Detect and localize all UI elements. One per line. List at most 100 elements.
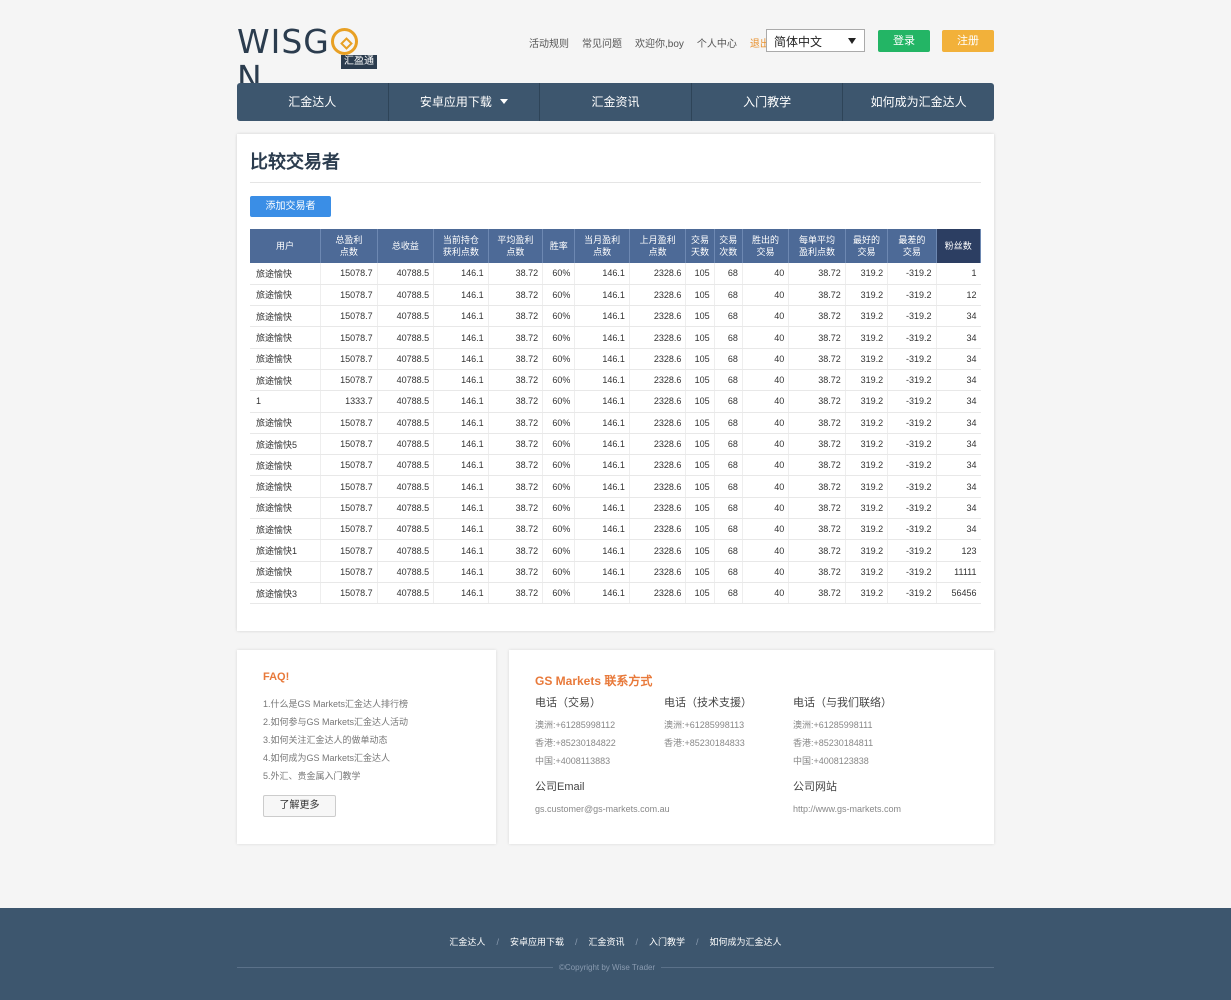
nav-item-experts[interactable]: 汇金达人 bbox=[237, 83, 389, 121]
page-title: 比较交易者 bbox=[250, 152, 340, 172]
footer-link[interactable]: 安卓应用下载 bbox=[510, 937, 564, 947]
table-cell: 38.72 bbox=[788, 561, 846, 583]
table-row[interactable]: 旅途愉快 15078.7 40788.5 146.1 38.72 60% 146.1 2328… bbox=[250, 326, 981, 349]
table-cell: 40788.5 bbox=[377, 305, 435, 328]
table-cell: 105 bbox=[685, 348, 715, 370]
link-profile[interactable]: 个人中心 bbox=[697, 35, 737, 50]
trader-name-cell[interactable]: 旅途愉快 bbox=[250, 369, 322, 392]
nav-item-android-download[interactable]: 安卓应用下载 bbox=[389, 83, 541, 121]
contact-panel: GS Markets 联系方式 电话（交易） 澳洲:+61285998112 香… bbox=[509, 650, 994, 844]
table-row[interactable]: 旅途愉快1 15078.7 40788.5 146.1 38.72 60% 146.1 232… bbox=[250, 539, 981, 562]
trader-name-cell[interactable]: 旅途愉快 bbox=[250, 326, 322, 349]
learn-more-button[interactable]: 了解更多 bbox=[263, 795, 336, 817]
footer-link[interactable]: 入门教学 bbox=[649, 937, 685, 947]
table-cell: 38.72 bbox=[488, 518, 544, 541]
footer-separator: / bbox=[574, 937, 578, 947]
trader-name-cell[interactable]: 旅途愉快 bbox=[250, 348, 322, 370]
link-faq[interactable]: 常见问题 bbox=[582, 35, 622, 50]
nav-item-tutorial[interactable]: 入门教学 bbox=[692, 83, 844, 121]
add-trader-button[interactable]: 添加交易者 bbox=[250, 196, 331, 217]
website-link[interactable]: http://www.gs-markets.com bbox=[793, 800, 901, 818]
column-header-line: 当前持仓 bbox=[442, 235, 479, 245]
faq-item[interactable]: 1.什么是GS Markets汇金达人排行榜 bbox=[263, 695, 408, 713]
trader-name-cell[interactable]: 1 bbox=[250, 390, 322, 413]
table-cell: 38.72 bbox=[488, 369, 544, 392]
table-cell: 146.1 bbox=[574, 454, 630, 477]
trader-name-cell[interactable]: 旅途愉快 bbox=[250, 454, 322, 477]
table-row[interactable]: 旅途愉快 15078.7 40788.5 146.1 38.72 60% 146.1 2328… bbox=[250, 454, 981, 477]
table-row[interactable]: 旅途愉快 15078.7 40788.5 146.1 38.72 60% 146.1 2328… bbox=[250, 284, 981, 307]
phone-line: 香港:+85230184811 bbox=[793, 738, 874, 748]
table-cell: 68 bbox=[714, 412, 743, 434]
table-cell: 319.2 bbox=[845, 518, 889, 541]
trader-name-cell[interactable]: 旅途愉快 bbox=[250, 284, 322, 307]
table-row[interactable]: 旅途愉快3 15078.7 40788.5 146.1 38.72 60% 146.1 232… bbox=[250, 582, 981, 605]
trader-name-cell[interactable]: 旅途愉快 bbox=[250, 475, 322, 498]
faq-item[interactable]: 2.如何参与GS Markets汇金达人活动 bbox=[263, 713, 408, 731]
trader-name-cell[interactable]: 旅途愉快 bbox=[250, 305, 322, 328]
link-activity-rules[interactable]: 活动规则 bbox=[529, 35, 569, 50]
table-cell: 146.1 bbox=[574, 284, 630, 307]
nav-item-news[interactable]: 汇金资讯 bbox=[540, 83, 692, 121]
table-cell: 68 bbox=[714, 518, 743, 541]
table-cell: 40 bbox=[742, 539, 790, 562]
table-cell: 40 bbox=[742, 326, 790, 349]
table-row[interactable]: 旅途愉快 15078.7 40788.5 146.1 38.72 60% 146.1 2328… bbox=[250, 348, 981, 370]
login-button[interactable]: 登录 bbox=[878, 30, 930, 52]
trader-name-cell[interactable]: 旅途愉快 bbox=[250, 518, 322, 541]
table-cell: 15078.7 bbox=[320, 497, 378, 520]
table-cell: 146.1 bbox=[574, 326, 630, 349]
trader-name-cell[interactable]: 旅途愉快 bbox=[250, 412, 322, 434]
table-cell: 60% bbox=[542, 305, 576, 328]
divider bbox=[250, 182, 981, 183]
table-row[interactable]: 旅途愉快 15078.7 40788.5 146.1 38.72 60% 146.1 2328… bbox=[250, 369, 981, 392]
logo-text: WISG bbox=[237, 22, 330, 61]
table-cell: 40 bbox=[742, 454, 790, 477]
faq-item[interactable]: 5.外汇、贵金属入门教学 bbox=[263, 767, 408, 785]
table-row[interactable]: 旅途愉快 15078.7 40788.5 146.1 38.72 60% 146.1 2328… bbox=[250, 412, 981, 434]
table-cell: 2328.6 bbox=[629, 582, 687, 605]
nav-item-how-to-become[interactable]: 如何成为汇金达人 bbox=[843, 83, 994, 121]
table-cell: 319.2 bbox=[845, 305, 889, 328]
table-cell: 40788.5 bbox=[377, 454, 435, 477]
table-cell: 319.2 bbox=[845, 561, 889, 583]
trader-name-cell[interactable]: 旅途愉快 bbox=[250, 263, 322, 285]
trader-name-cell[interactable]: 旅途愉快1 bbox=[250, 539, 322, 562]
trader-name-cell[interactable]: 旅途愉快 bbox=[250, 497, 322, 520]
footer-link[interactable]: 如何成为汇金达人 bbox=[710, 937, 782, 947]
table-cell: -319.2 bbox=[887, 348, 937, 370]
contact-website: 公司网站 http://www.gs-markets.com bbox=[793, 778, 901, 818]
table-cell: 38.72 bbox=[788, 518, 846, 541]
language-select[interactable]: 简体中文 bbox=[766, 29, 865, 52]
trader-name-cell[interactable]: 旅途愉快 bbox=[250, 561, 322, 583]
trader-name-cell[interactable]: 旅途愉快5 bbox=[250, 433, 322, 456]
table-row[interactable]: 旅途愉快 15078.7 40788.5 146.1 38.72 60% 146.1 2328… bbox=[250, 518, 981, 541]
table-cell: -319.2 bbox=[887, 582, 937, 605]
column-header-line: 平均盈利 bbox=[497, 235, 534, 245]
table-cell: 40 bbox=[742, 390, 790, 413]
register-button[interactable]: 注册 bbox=[942, 30, 994, 52]
table-row[interactable]: 1 1333.7 40788.5 146.1 38.72 60% 146.1 2328.6 10… bbox=[250, 390, 981, 413]
table-cell: 68 bbox=[714, 475, 743, 498]
table-row[interactable]: 旅途愉快 15078.7 40788.5 146.1 38.72 60% 146.1 2328… bbox=[250, 305, 981, 328]
table-cell: 146.1 bbox=[433, 390, 489, 413]
faq-item[interactable]: 3.如何关注汇金达人的做单动态 bbox=[263, 731, 408, 749]
table-cell: 38.72 bbox=[788, 390, 846, 413]
email-link[interactable]: gs.customer@gs-markets.com.au bbox=[535, 800, 670, 818]
faq-item[interactable]: 4.如何成为GS Markets汇金达人 bbox=[263, 749, 408, 767]
table-row[interactable]: 旅途愉快 15078.7 40788.5 146.1 38.72 60% 146.1 2328… bbox=[250, 475, 981, 498]
table-row[interactable]: 旅途愉快 15078.7 40788.5 146.1 38.72 60% 146.1 2328… bbox=[250, 263, 981, 285]
logo[interactable]: WISGN 汇盈通 bbox=[237, 22, 382, 96]
footer-link[interactable]: 汇金达人 bbox=[449, 937, 485, 947]
table-cell: 105 bbox=[685, 390, 715, 413]
table-cell: -319.2 bbox=[887, 475, 937, 498]
footer-link[interactable]: 汇金资讯 bbox=[588, 937, 624, 947]
table-row[interactable]: 旅途愉快5 15078.7 40788.5 146.1 38.72 60% 146.1 232… bbox=[250, 433, 981, 456]
table-cell: 60% bbox=[542, 412, 576, 434]
table-cell: 319.2 bbox=[845, 497, 889, 520]
trader-name-cell[interactable]: 旅途愉快3 bbox=[250, 582, 322, 605]
table-row[interactable]: 旅途愉快 15078.7 40788.5 146.1 38.72 60% 146.1 2328… bbox=[250, 561, 981, 583]
table-row[interactable]: 旅途愉快 15078.7 40788.5 146.1 38.72 60% 146.1 2328… bbox=[250, 497, 981, 520]
table-cell: 60% bbox=[542, 497, 576, 520]
table-cell: 146.1 bbox=[433, 582, 489, 605]
